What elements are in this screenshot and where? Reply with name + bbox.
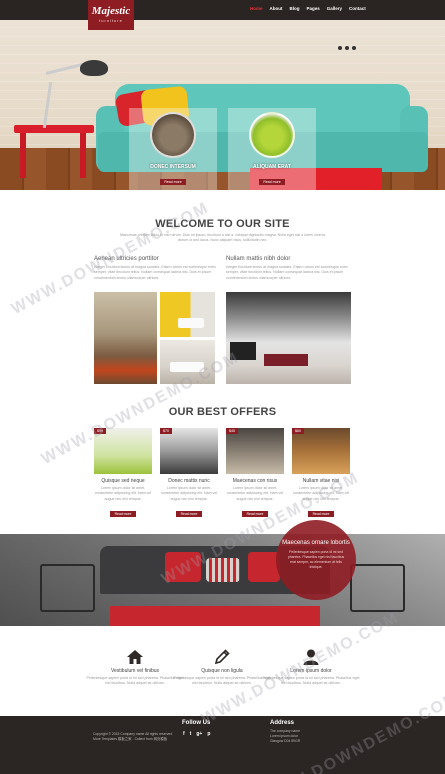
logo-title: Majestic [91,5,131,17]
side-table-leg [20,130,26,178]
main-menu: Home About Blog Pages Gallery Contact [250,5,366,12]
column-title-1: Aenean ultricies porttitor [94,256,159,262]
pinterest-icon[interactable]: p [207,731,210,737]
top-navbar: Majestic furniture Home About Blog Pages… [0,0,445,30]
offer-image: $60 [292,428,350,474]
offer-description: Lorem ipsum dolor sit amet, consectetur … [292,486,350,501]
side-table-right [350,564,405,612]
living-room-image [94,292,157,384]
price-badge: $45 [226,428,238,434]
column-text-2: Integer tincidunt lectus at magna sodale… [226,265,348,280]
slider-dot[interactable] [345,46,349,50]
feature-description: Pellentesque sapien porta id mi sed phar… [262,676,360,686]
menu-item-pages[interactable]: Pages [307,5,320,12]
feature-description: Pellentesque sapien porta id mi sed phar… [86,676,184,686]
hero-feature-box-1[interactable]: DONEC INTERSUM Read more [129,108,217,190]
feature-description: Pellentesque sapien porta id mi sed phar… [173,676,271,686]
follow-us-title: Follow Us [182,720,211,726]
hero-box-title: DONEC INTERSUM [150,164,196,170]
hero-thumb-chair [249,112,295,158]
hero-slider: DONEC INTERSUM Read more ALIQUAM ERAT Re… [0,20,445,190]
offer-description: Lorem ipsum dolor sit amet, consectetur … [226,486,284,501]
offer-description: Lorem ipsum dolor sit amet, consectetur … [94,486,152,501]
striped-cushion [206,558,240,582]
offer-card-3[interactable]: $45 Maecenas con risus Lorem ipsum dolor… [226,428,284,520]
offer-image: $70 [160,428,218,474]
offer-read-more-button[interactable]: Read more [175,511,203,518]
copyright-text: Copyright © 2015 Company name All rights… [93,732,173,741]
feature-3: Lorem ipsum dolor Pellentesque sapien po… [261,648,361,687]
social-links: f t g+ p [183,731,210,737]
menu-item-contact[interactable]: Contact [349,5,366,12]
offer-image: $45 [226,428,284,474]
offer-read-more-button[interactable]: Read more [109,511,137,518]
slider-dot[interactable] [352,46,356,50]
offer-card-1[interactable]: $99 Quisque sed neque Lorem ipsum dolor … [94,428,152,520]
promo-text: Pellentesque sapien porta id mi sed phar… [287,550,345,569]
offer-card-2[interactable]: $70 Donec mattis nunc Lorem ipsum dolor … [160,428,218,520]
facebook-icon[interactable]: f [183,731,185,737]
price-badge: $70 [160,428,172,434]
menu-item-about[interactable]: About [270,5,283,12]
pencil-icon [172,648,272,666]
home-icon [85,648,185,666]
price-badge: $99 [94,428,106,434]
address-title: Address [270,720,295,726]
offer-title: Quisque sed neque [101,478,145,484]
red-rug [110,606,320,626]
promo-title: Maecenas ornare lobortis [282,540,350,546]
yellow-wall-image [160,292,215,337]
site-footer: Copyright © 2015 Company name All rights… [0,716,445,774]
offer-card-4[interactable]: $60 Nullam vitae nisi Lorem ipsum dolor … [292,428,350,520]
welcome-subtitle: Maecenas pretium tellus et nisi rutrum. … [120,233,325,243]
hero-box-title: ALIQUAM ERAT [253,164,291,170]
feature-title: Vestibulum vel finibus [110,668,160,674]
hero-thumb-sofa [150,112,196,158]
column-text-1: Integer tincidunt lectus at magna sodale… [94,265,216,280]
site-logo[interactable]: Majestic furniture [88,0,134,30]
address-line: Glasgow D04 89GR [270,739,301,743]
menu-item-blog[interactable]: Blog [290,5,300,12]
offer-read-more-button[interactable]: Read more [241,511,269,518]
feature-title: Lorem ipsum dolor [290,668,332,674]
side-table-leg [80,130,86,178]
offer-title: Donec mattis nunc [168,478,210,484]
user-icon [261,648,361,666]
room-banner [0,534,445,626]
column-title-2: Nullam mattis nibh dolor [226,256,291,262]
google-plus-icon[interactable]: g+ [196,731,202,737]
feature-1: Vestibulum vel finibus Pellentesque sapi… [85,648,185,687]
logo-subtitle: furniture [99,18,123,23]
menu-item-home[interactable]: Home [250,5,263,12]
lamp-head [80,60,108,76]
slider-dot[interactable] [338,46,342,50]
offers-title: OUR BEST OFFERS [168,406,277,418]
slider-dots [338,46,356,50]
welcome-title: WELCOME TO OUR SITE [155,218,290,230]
offer-read-more-button[interactable]: Read more [307,511,335,518]
twitter-icon[interactable]: t [190,731,192,737]
red-cushion [165,552,201,582]
hero-read-more-button[interactable]: Read more [160,179,186,185]
side-table [14,125,94,133]
side-table-left [40,564,95,612]
hero-feature-box-2[interactable]: ALIQUAM ERAT Read more [228,108,316,190]
offer-description: Lorem ipsum dolor sit amet, consectetur … [160,486,218,501]
offer-title: Maecenas con risus [232,478,278,484]
feature-title: Quisque non ligula [201,668,243,674]
offer-image: $99 [94,428,152,474]
offer-title: Nullam vitae nisi [302,478,340,484]
feature-2: Quisque non ligula Pellentesque sapien p… [172,648,272,687]
menu-item-gallery[interactable]: Gallery [327,5,342,12]
white-sofa-image [160,340,215,384]
price-badge: $60 [292,428,304,434]
hero-read-more-button[interactable]: Read more [259,179,285,185]
promo-circle[interactable]: Maecenas ornare lobortis Pellentesque sa… [276,520,356,600]
modern-lounge-image [226,292,351,384]
